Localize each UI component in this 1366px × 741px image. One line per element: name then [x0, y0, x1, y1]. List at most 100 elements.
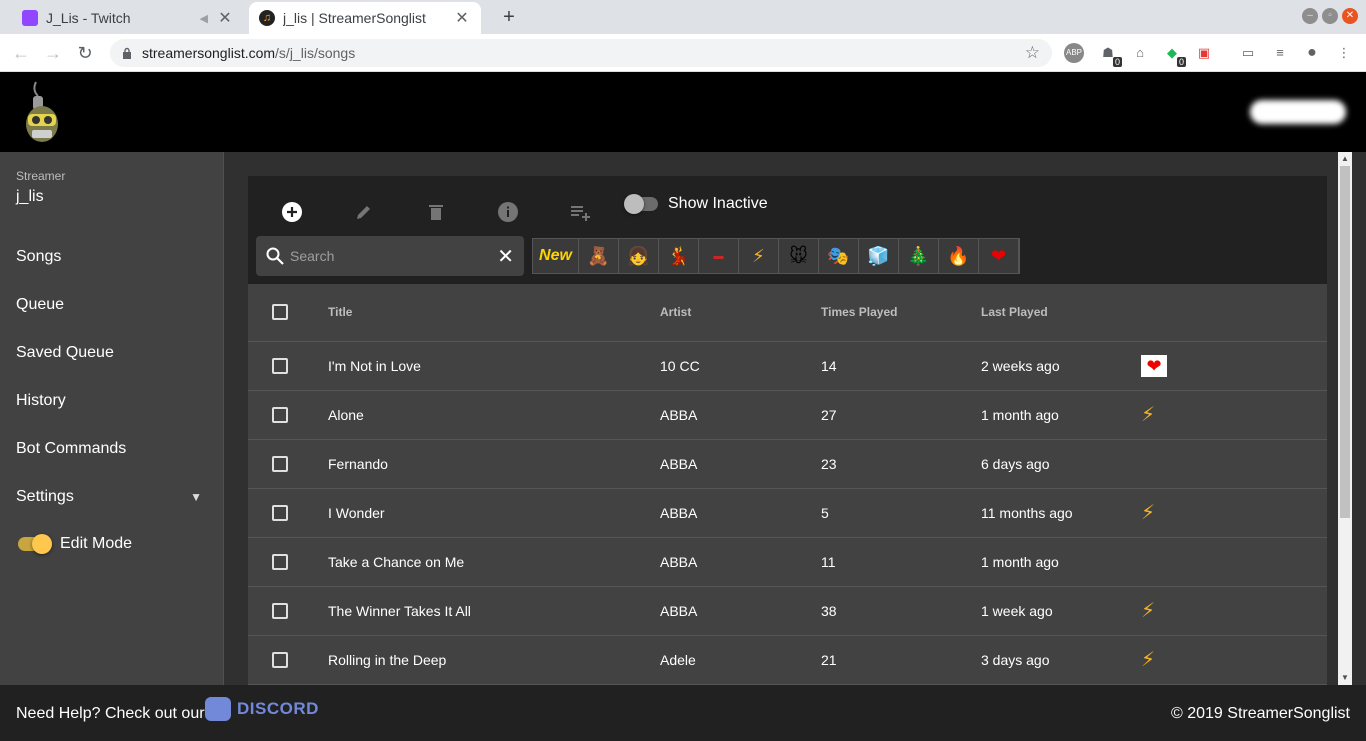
- song-artist: Adele: [660, 635, 821, 685]
- sidebar-item-bot-commands[interactable]: Bot Commands: [0, 425, 224, 473]
- profile-icon[interactable]: ●: [1302, 43, 1322, 63]
- tag-filter-bar: New 🧸 👧 💃 ▬ ⚡ 🐭 🎭 🧊 🎄 🔥 ❤: [532, 238, 1020, 274]
- sidebar-item-history[interactable]: History: [0, 377, 224, 425]
- scrollbar-thumb[interactable]: [1340, 166, 1350, 518]
- table-row[interactable]: I Wonder ABBA 5 11 months ago ⚡: [248, 488, 1327, 538]
- bear-emote-icon[interactable]: 🧸: [579, 239, 619, 273]
- browser-tab-twitch[interactable]: J_Lis - Twitch ◀ ✕: [12, 2, 244, 34]
- trash-icon: [429, 205, 443, 220]
- row-checkbox[interactable]: [272, 505, 288, 522]
- row-checkbox[interactable]: [272, 407, 288, 424]
- column-last-played[interactable]: Last Played: [981, 284, 1141, 342]
- reload-icon[interactable]: ↻: [74, 42, 96, 64]
- hat-extension-icon[interactable]: ⌂: [1130, 43, 1150, 63]
- last-played: 1 month ago: [981, 390, 1141, 440]
- column-title[interactable]: Title: [328, 284, 660, 342]
- table-row[interactable]: Rolling in the Deep Adele 21 3 days ago ⚡: [248, 635, 1327, 685]
- sidebar-item-settings[interactable]: Settings ▼: [0, 473, 224, 521]
- select-all-checkbox-cell: [248, 284, 328, 342]
- column-artist[interactable]: Artist: [660, 284, 821, 342]
- info-icon: [498, 202, 518, 222]
- times-played: 21: [821, 635, 981, 685]
- vibe-emote-icon[interactable]: 🎭: [819, 239, 859, 273]
- pixel-heart-icon[interactable]: ❤: [979, 239, 1019, 273]
- back-icon[interactable]: ←: [10, 42, 32, 64]
- clear-search-icon[interactable]: ✕: [497, 244, 514, 269]
- pencil-icon: [357, 206, 370, 219]
- girl-emote-icon[interactable]: 👧: [619, 239, 659, 273]
- songs-card: Show Inactive ✕ New 🧸 👧 💃 ▬ ⚡ 🐭 🎭 🧊 🎄 🔥 …: [248, 176, 1327, 685]
- show-inactive-toggle[interactable]: [624, 194, 660, 214]
- new-tab-button[interactable]: +: [498, 6, 520, 29]
- scroll-up-icon[interactable]: ▲: [1338, 152, 1352, 166]
- bookmark-star-icon[interactable]: ☆: [1025, 43, 1040, 63]
- robot-logo-icon[interactable]: [22, 80, 62, 144]
- edit-song-button[interactable]: [344, 192, 384, 232]
- song-artist: 10 CC: [660, 341, 821, 391]
- streamer-label: Streamer: [16, 169, 66, 183]
- row-checkbox[interactable]: [272, 652, 288, 669]
- address-bar[interactable]: streamersonglist.com/s/j_lis/songs ☆: [110, 39, 1052, 67]
- song-title: Rolling in the Deep: [328, 635, 660, 685]
- footer: Need Help? Check out our DISCORD © 2019 …: [0, 685, 1366, 741]
- red-tag-emote-icon[interactable]: ▬: [699, 239, 739, 273]
- row-checkbox[interactable]: [272, 456, 288, 473]
- close-tab-icon[interactable]: ✕: [453, 8, 471, 28]
- songs-toolbar: Show Inactive ✕ New 🧸 👧 💃 ▬ ⚡ 🐭 🎭 🧊 🎄 🔥 …: [248, 176, 1327, 284]
- song-title: Take a Chance on Me: [328, 537, 660, 587]
- lightning-icon: ⚡: [1141, 649, 1156, 671]
- table-row[interactable]: Fernando ABBA 23 6 days ago: [248, 439, 1327, 489]
- cast-icon[interactable]: ▭: [1238, 43, 1258, 63]
- user-avatar[interactable]: [1250, 100, 1346, 124]
- last-played: 6 days ago: [981, 439, 1141, 489]
- sidebar-item-saved-queue[interactable]: Saved Queue: [0, 329, 224, 377]
- table-row[interactable]: The Winner Takes It All ABBA 38 1 week ago ⚡: [248, 586, 1327, 636]
- tree-icon[interactable]: 🎄: [899, 239, 939, 273]
- row-checkbox-cell: [248, 390, 328, 440]
- maximize-icon[interactable]: ▫: [1322, 8, 1338, 24]
- ghost-extension-icon[interactable]: ☗ 0: [1098, 43, 1122, 67]
- media-queue-icon[interactable]: ≡: [1270, 43, 1290, 63]
- scrollbar[interactable]: ▲ ▼: [1338, 152, 1352, 685]
- info-button[interactable]: [488, 192, 528, 232]
- row-checkbox[interactable]: [272, 603, 288, 620]
- table-row[interactable]: I'm Not in Love 10 CC 14 2 weeks ago ❤: [248, 341, 1327, 391]
- ice-cube-icon[interactable]: 🧊: [859, 239, 899, 273]
- delete-song-button[interactable]: [416, 192, 456, 232]
- add-song-button[interactable]: [272, 192, 312, 232]
- close-window-icon[interactable]: ✕: [1342, 8, 1358, 24]
- table-row[interactable]: Take a Chance on Me ABBA 11 1 month ago: [248, 537, 1327, 587]
- select-all-checkbox[interactable]: [272, 304, 288, 321]
- close-tab-icon[interactable]: ✕: [216, 8, 234, 28]
- row-checkbox[interactable]: [272, 358, 288, 375]
- chrome-menu-icon[interactable]: ⋮: [1334, 43, 1354, 63]
- adblock-icon[interactable]: ABP: [1064, 43, 1084, 63]
- red-extension-icon[interactable]: ▣: [1194, 43, 1214, 63]
- forward-icon[interactable]: →: [42, 42, 64, 64]
- lock-icon: [123, 47, 131, 59]
- discord-link[interactable]: DISCORD: [205, 697, 319, 721]
- gem-extension-icon[interactable]: ◆ 0: [1162, 43, 1186, 67]
- minimize-icon[interactable]: –: [1302, 8, 1318, 24]
- mickey-icon[interactable]: 🐭: [779, 239, 819, 273]
- search-input[interactable]: [290, 248, 498, 264]
- add-to-queue-button[interactable]: [560, 192, 600, 232]
- copyright: © 2019 StreamerSonglist: [1171, 705, 1350, 722]
- speaker-muted-icon[interactable]: ◀: [200, 12, 208, 25]
- song-artist: ABBA: [660, 537, 821, 587]
- row-checkbox[interactable]: [272, 554, 288, 571]
- discord-label: DISCORD: [237, 699, 319, 718]
- edit-mode-toggle[interactable]: [16, 534, 52, 554]
- fire-globe-icon[interactable]: 🔥: [939, 239, 979, 273]
- sidebar-item-songs[interactable]: Songs: [0, 233, 224, 281]
- column-times-played[interactable]: Times Played: [821, 284, 981, 342]
- scroll-down-icon[interactable]: ▼: [1338, 671, 1352, 685]
- times-played: 11: [821, 537, 981, 587]
- sidebar-item-queue[interactable]: Queue: [0, 281, 224, 329]
- last-played: 1 week ago: [981, 586, 1141, 636]
- red-dress-emote-icon[interactable]: 💃: [659, 239, 699, 273]
- tag-new[interactable]: New: [533, 239, 579, 273]
- browser-tab-songlist[interactable]: ♫ j_lis | StreamerSonglist ✕: [249, 2, 481, 34]
- table-row[interactable]: Alone ABBA 27 1 month ago ⚡: [248, 390, 1327, 440]
- lightning-icon[interactable]: ⚡: [739, 239, 779, 273]
